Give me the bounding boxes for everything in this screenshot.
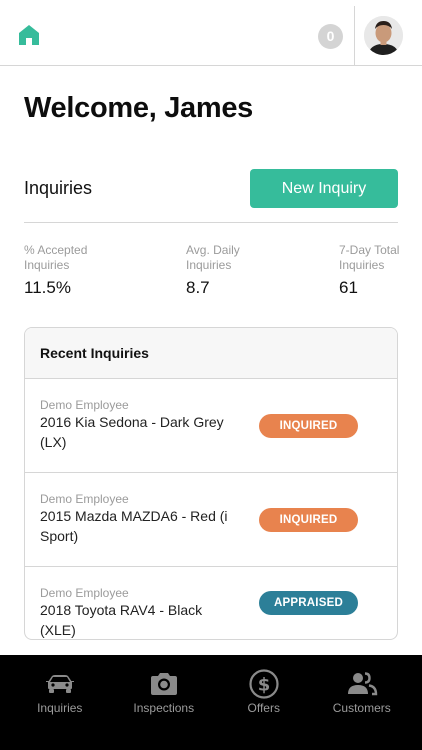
svg-text:$: $ [257,675,270,696]
inquiry-employee: Demo Employee [40,586,129,600]
stat-seven-day-total: 7-Day Total Inquiries 61 [339,243,399,298]
recent-inquiries-card: Recent Inquiries Demo Employee 2016 Kia … [24,327,398,640]
stat-avg-daily: Avg. Daily Inquiries 8.7 [186,243,240,298]
inquiry-row[interactable]: Demo Employee 2015 Mazda MAZDA6 - Red (i… [25,473,397,567]
new-inquiry-button[interactable]: New Inquiry [250,169,398,208]
inquiry-vehicle: 2015 Mazda MAZDA6 - Red (i Sport) [40,508,228,544]
tab-label: Offers [247,701,280,715]
camera-icon [147,667,181,701]
stat-label: 7-Day Total Inquiries [339,243,400,272]
tab-offers[interactable]: $ Offers [211,655,317,750]
tab-label: Inspections [133,701,195,715]
car-icon [43,667,77,701]
stat-value: 11.5% [24,278,71,297]
tab-label: Inquiries [37,701,83,715]
status-badge: APPRAISED [259,591,358,615]
inquiry-row[interactable]: Demo Employee 2018 Toyota RAV4 - Black (… [25,567,397,639]
stat-value: 8.7 [186,278,210,297]
topbar-divider [354,6,355,66]
card-title: Recent Inquiries [25,328,397,379]
home-icon[interactable] [16,22,42,48]
tab-customers[interactable]: Customers [309,655,415,750]
users-icon [345,667,379,701]
stat-value: 61 [339,278,358,297]
tab-label: Customers [332,701,391,715]
status-badge: INQUIRED [259,508,358,532]
bottom-tab-bar: Inquiries Inspections $ Offers Customers [0,655,422,750]
inquiry-vehicle: 2018 Toyota RAV4 - Black (XLE) [40,602,203,638]
stats-row: % Accepted Inquiries 11.5% Avg. Daily In… [0,243,422,303]
top-bar: 0 [0,0,422,66]
inquiries-section-title: Inquiries [24,178,93,198]
tab-inquiries[interactable]: Inquiries [7,655,113,750]
inquiry-vehicle: 2016 Kia Sedona - Dark Grey (LX) [40,414,224,450]
divider [24,222,398,223]
stat-accepted: % Accepted Inquiries 11.5% [24,243,87,298]
dollar-icon: $ [247,667,281,701]
status-badge: INQUIRED [259,414,358,438]
avatar[interactable] [364,16,403,55]
stat-label: % Accepted Inquiries [24,243,88,272]
inquiry-row[interactable]: Demo Employee 2016 Kia Sedona - Dark Gre… [25,379,397,473]
notification-badge[interactable]: 0 [318,24,343,49]
page-title: Welcome, James [24,92,254,124]
inquiry-employee: Demo Employee [40,398,129,412]
inquiry-employee: Demo Employee [40,492,129,506]
tab-inspections[interactable]: Inspections [111,655,217,750]
stat-label: Avg. Daily Inquiries [186,243,240,272]
